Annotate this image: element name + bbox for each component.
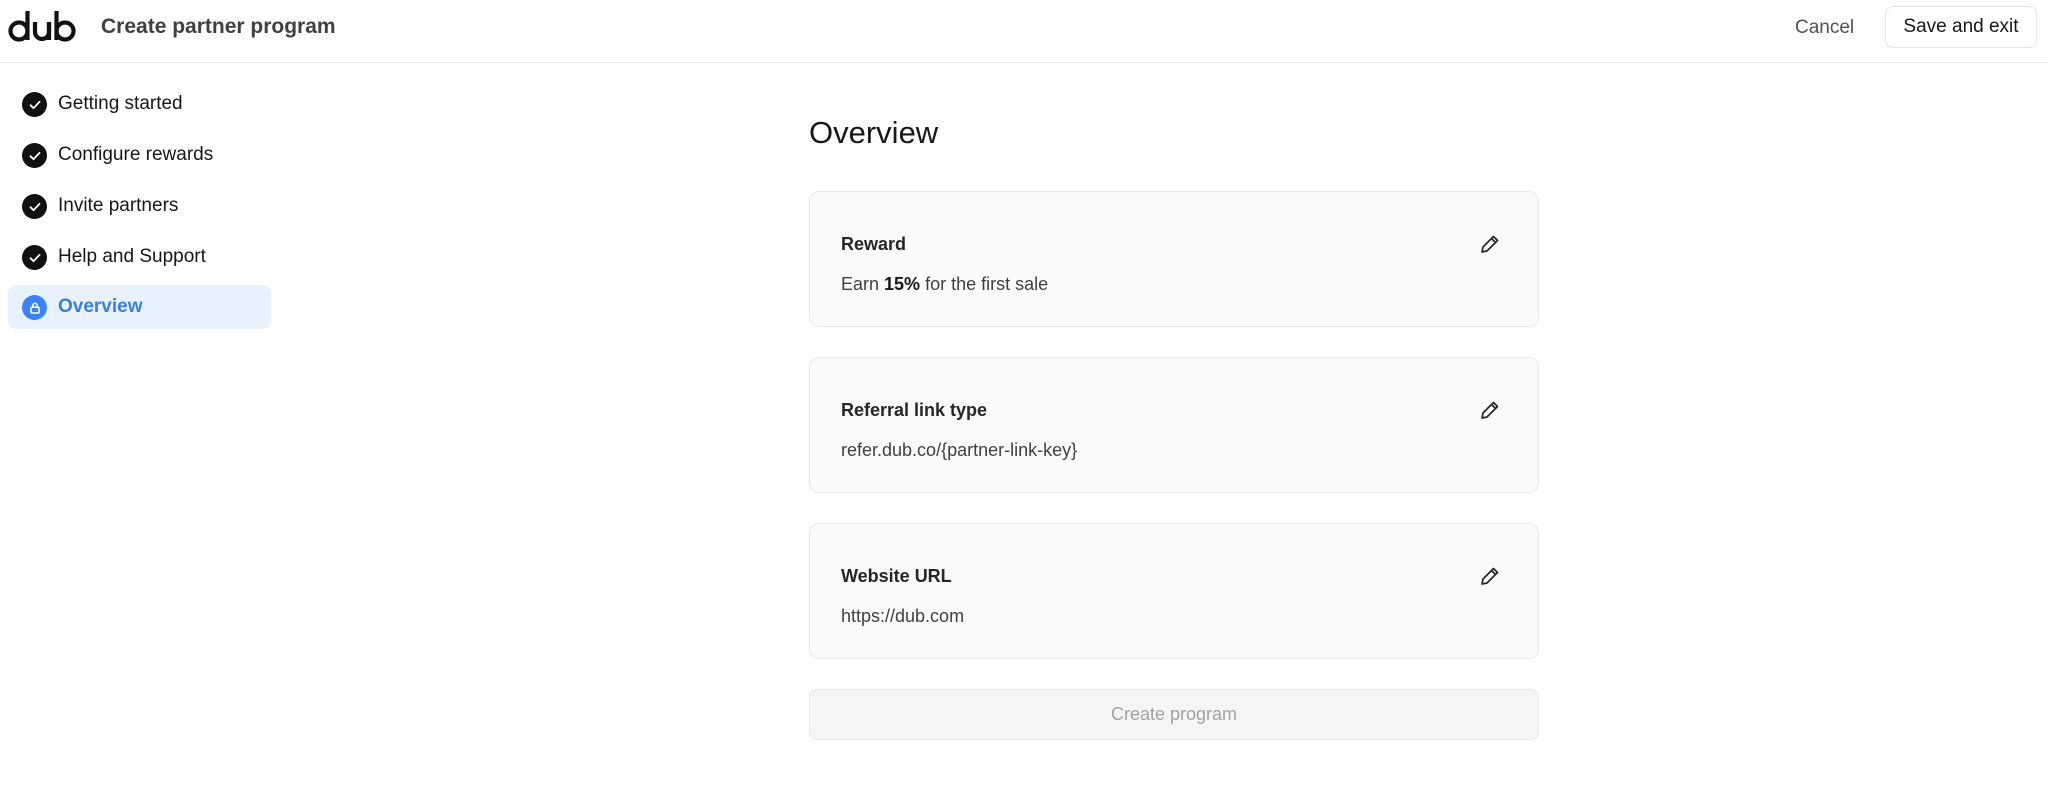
step-label: Help and Support [58,246,206,267]
save-and-exit-button[interactable]: Save and exit [1885,6,2037,48]
step-configure-rewards[interactable]: Configure rewards [8,133,271,177]
page-title: Overview [809,115,939,150]
dub-logo[interactable]: dub [7,9,77,43]
card-label: Reward [841,234,907,254]
pencil-icon[interactable] [1476,562,1504,590]
check-icon [22,143,47,168]
referral-link-value: refer.dub.co/{partner-link-key} [841,440,1078,460]
top-bar: dub Create partner program Cancel Save a… [0,0,2048,63]
check-icon [22,92,47,117]
website-url-card: Website URL https://dub.com [809,523,1539,659]
reward-prefix: Earn [841,274,885,294]
step-getting-started[interactable]: Getting started [8,82,271,126]
reward-suffix: for the first sale [920,274,1049,294]
step-label: Getting started [58,93,183,114]
lock-icon [22,295,47,320]
cancel-button[interactable]: Cancel [1781,10,1868,46]
page-header-title: Create partner program [101,15,336,38]
card-label: Referral link type [841,400,988,420]
website-url-value: https://dub.com [841,606,965,626]
reward-card: Reward Earn 15% for the first sale [809,191,1539,327]
step-label: Invite partners [58,195,179,216]
create-program-button[interactable]: Create program [809,689,1539,740]
referral-link-card: Referral link type refer.dub.co/{partner… [809,357,1539,493]
step-help-and-support[interactable]: Help and Support [8,235,271,279]
pencil-icon[interactable] [1476,230,1504,258]
check-icon [22,194,47,219]
reward-value: Earn 15% for the first sale [841,272,1048,296]
step-overview[interactable]: Overview [8,285,271,329]
step-label: Configure rewards [58,144,214,165]
step-invite-partners[interactable]: Invite partners [8,184,271,228]
step-label: Overview [58,296,143,317]
pencil-icon[interactable] [1476,396,1504,424]
card-label: Website URL [841,566,952,586]
reward-percent: 15% [884,274,921,294]
check-icon [22,245,47,270]
